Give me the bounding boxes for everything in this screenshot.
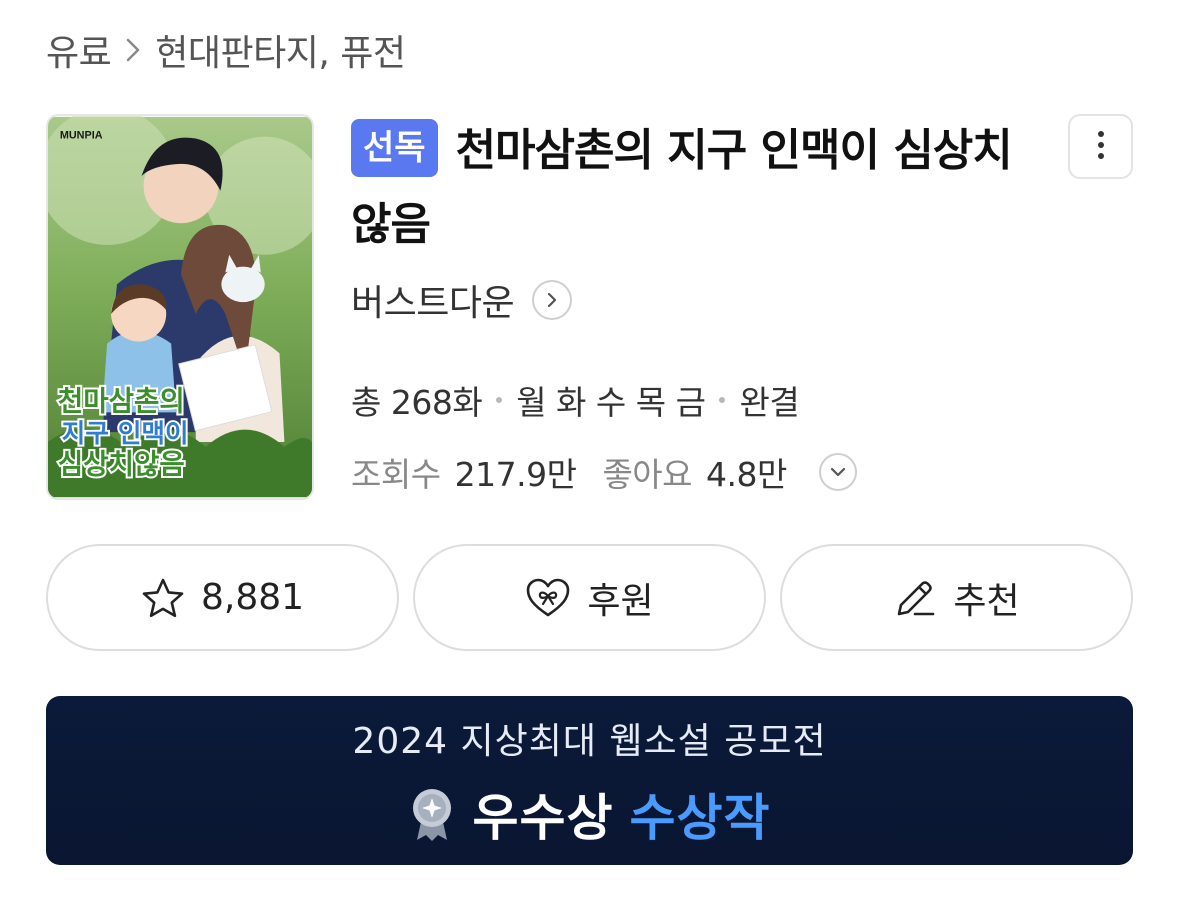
chevron-down-icon xyxy=(830,467,846,477)
more-vertical-icon xyxy=(1097,130,1105,164)
preview-badge: 선독 xyxy=(351,119,438,177)
breadcrumb-item-genre[interactable]: 현대판타지, 퓨전 xyxy=(155,24,406,76)
title-block: 선독 천마삼촌의 지구 인맥이 심상치않음 xyxy=(351,114,1051,262)
separator-dot xyxy=(496,397,503,403)
pencil-icon xyxy=(893,576,937,620)
author-link[interactable]: 버스트다운 xyxy=(351,272,573,328)
separator-dot xyxy=(719,397,726,403)
breadcrumb: 유료 현대판타지, 퓨전 xyxy=(46,24,406,76)
favorite-count: 8,881 xyxy=(200,577,305,618)
publisher-logo: MUNPIA xyxy=(60,130,103,142)
cover-title-line3: 심상치않음 xyxy=(58,447,185,480)
chevron-right-icon xyxy=(532,280,573,320)
action-buttons: 8,881 후원 추천 xyxy=(46,544,1133,651)
stats-row: 조회수 217.9만 좋아요 4.8만 xyxy=(351,446,857,498)
favorite-button[interactable]: 8,881 xyxy=(46,544,399,651)
banner-award: 우수상 수상작 xyxy=(409,778,771,850)
contest-award-banner[interactable]: 2024 지상최대 웹소설 공모전 우수상 수상작 xyxy=(46,696,1133,865)
support-label: 후원 xyxy=(587,580,654,622)
release-schedule: 월 화 수 목 금 xyxy=(516,383,706,422)
medal-icon xyxy=(409,786,455,842)
book-cover[interactable]: MUNPIA 천마삼촌의 지구 인맥이 심상치않음 xyxy=(46,114,314,500)
recommend-button[interactable]: 추천 xyxy=(780,544,1133,651)
likes-value: 4.8만 xyxy=(706,455,787,494)
views-value: 217.9만 xyxy=(454,455,577,494)
banner-subtitle: 2024 지상최대 웹소설 공모전 xyxy=(352,720,827,762)
page-title: 선독 천마삼촌의 지구 인맥이 심상치않음 xyxy=(351,114,1051,262)
breadcrumb-item-paid[interactable]: 유료 xyxy=(46,24,112,76)
support-button[interactable]: 후원 xyxy=(413,544,766,651)
completion-status: 완결 xyxy=(739,383,800,422)
author-name: 버스트다운 xyxy=(351,283,515,324)
chevron-right-icon xyxy=(125,37,141,63)
cover-title-line2: 지구 인맥이 xyxy=(62,419,189,449)
more-button[interactable] xyxy=(1068,114,1133,179)
award-suffix: 수상작 xyxy=(629,788,771,847)
episode-count: 총 268화 xyxy=(351,383,483,422)
heart-ribbon-icon xyxy=(525,577,571,619)
star-icon xyxy=(141,577,185,619)
expand-stats-button[interactable] xyxy=(818,453,857,491)
views-label: 조회수 xyxy=(351,455,441,494)
recommend-label: 추천 xyxy=(953,580,1020,622)
likes-label: 좋아요 xyxy=(602,455,693,494)
book-title: 천마삼촌의 지구 인맥이 심상치않음 xyxy=(351,125,1013,250)
cover-title-line1: 천마삼촌의 xyxy=(58,384,185,417)
award-name: 우수상 xyxy=(472,788,614,847)
episode-info: 총 268화 월 화 수 목 금 완결 xyxy=(351,374,800,426)
